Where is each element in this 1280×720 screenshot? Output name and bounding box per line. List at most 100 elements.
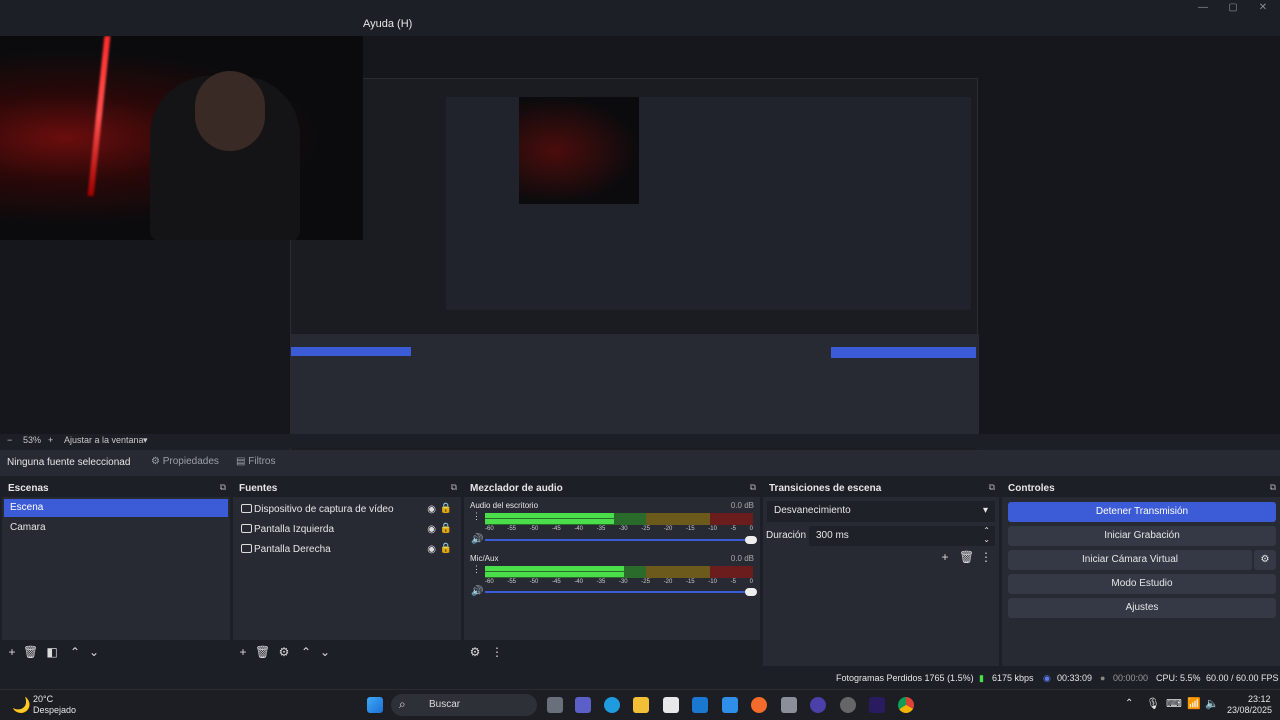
filter-icon[interactable]: ◧	[45, 645, 59, 659]
microphone-icon[interactable]: 🎙	[1146, 697, 1160, 710]
volume-icon[interactable]: 🔊	[471, 534, 483, 545]
source-item-capture[interactable]: Dispositivo de captura de vídeo ◉ 🔒	[237, 501, 457, 520]
edge-icon[interactable]	[604, 697, 620, 713]
settings-app-icon[interactable]	[840, 697, 856, 713]
dropped-frames: Fotogramas Perdidos 1765 (1.5%)	[836, 673, 974, 683]
lock-icon[interactable]: 🔒	[440, 523, 452, 534]
undock-icon[interactable]: ⧉	[989, 482, 995, 493]
add-transition-icon[interactable]: +	[938, 550, 952, 564]
properties-button[interactable]: ⚙ Propiedades	[151, 456, 219, 467]
volume-slider-desktop[interactable]	[485, 536, 757, 544]
transition-select[interactable]: Desvanecimiento ▾	[767, 501, 995, 522]
eye-icon[interactable]: ◉	[427, 544, 436, 555]
no-source-label: Ninguna fuente seleccionad	[7, 457, 131, 468]
meter-tick-label: -10	[708, 579, 717, 585]
person-head	[195, 71, 265, 151]
undock-icon[interactable]: ⧉	[220, 482, 226, 493]
nested-scene-selected	[291, 347, 411, 356]
windows-start-icon[interactable]	[367, 697, 383, 713]
todo-icon[interactable]	[722, 697, 738, 713]
store-icon[interactable]	[663, 697, 679, 713]
teams-icon[interactable]	[575, 697, 591, 713]
zoom-value: 53%	[23, 435, 42, 445]
wifi-icon[interactable]: 📶	[1187, 697, 1201, 710]
stop-stream-button[interactable]: Detener Transmisión	[1008, 502, 1276, 522]
gear-icon[interactable]: ⚙	[277, 645, 291, 659]
firefox-icon[interactable]	[751, 697, 767, 713]
move-up-icon[interactable]: ⌃	[68, 645, 82, 659]
kebab-icon[interactable]: ⋮	[472, 512, 481, 526]
lock-icon[interactable]: 🔒	[440, 503, 452, 514]
move-down-icon[interactable]: ⌄	[87, 645, 101, 659]
task-view-icon[interactable]	[547, 697, 563, 713]
meter-tick-label: 0	[749, 579, 753, 585]
maximize-button[interactable]: ▢	[1218, 2, 1248, 14]
move-up-icon[interactable]: ⌃	[299, 645, 313, 659]
filters-button[interactable]: ▤ Filtros	[236, 456, 275, 467]
premiere-icon[interactable]	[869, 697, 885, 713]
scene-item-escena[interactable]: Escena	[4, 499, 228, 517]
scene-item-camara[interactable]: Camara	[4, 519, 228, 537]
meter-tick-label: -55	[507, 579, 516, 585]
transitions-panel: Transiciones de escena ⧉ Desvanecimiento…	[763, 480, 999, 666]
slider-knob[interactable]	[745, 588, 757, 596]
lock-icon[interactable]: 🔒	[440, 543, 452, 554]
trash-icon[interactable]: 🗑	[959, 550, 974, 564]
status-bar: Fotogramas Perdidos 1765 (1.5%) ▮ 6175 k…	[0, 667, 1280, 689]
meter-ticks: -60 -55 -50 -45 -40 -35 -30 -25 -20 -15 -10 -5 0	[485, 579, 753, 587]
start-recording-button[interactable]: Iniciar Grabación	[1008, 526, 1276, 546]
eye-icon[interactable]: ◉	[427, 504, 436, 515]
fit-window-label[interactable]: Ajustar a la ventana	[64, 435, 144, 445]
studio-mode-button[interactable]: Modo Estudio	[1008, 574, 1276, 594]
channel-name-mic: Mic/Aux	[470, 554, 499, 563]
duration-spinbox[interactable]: 300 ms ⌃ ⌄	[809, 526, 995, 546]
source-item-left[interactable]: Pantalla Izquierda ◉ 🔒	[237, 521, 457, 540]
weather-icon[interactable]: 🌙	[12, 696, 31, 714]
controls-header: Controles ⧉	[1002, 480, 1280, 497]
scenes-header: Escenas ⧉	[2, 480, 230, 497]
move-down-icon[interactable]: ⌄	[318, 645, 332, 659]
volume-icon[interactable]: 🔊	[471, 586, 483, 597]
eye-icon[interactable]: ◉	[427, 524, 436, 535]
keyboard-icon[interactable]: ⌨	[1166, 697, 1182, 710]
trash-icon[interactable]: 🗑	[23, 645, 38, 659]
spinner-arrows-icon[interactable]: ⌃ ⌄	[983, 526, 990, 544]
virtual-camera-button[interactable]: Iniciar Cámara Virtual	[1008, 550, 1252, 570]
title-bar: Ayuda (H) — ▢ ✕	[0, 0, 1280, 36]
virtual-camera-settings-button[interactable]: ⚙	[1254, 550, 1276, 570]
kebab-icon[interactable]: ⋮	[472, 565, 481, 579]
volume-slider-mic[interactable]	[485, 588, 757, 596]
meter-tick-label: -50	[529, 579, 539, 585]
slider-knob[interactable]	[745, 536, 757, 544]
minimize-button[interactable]: —	[1188, 2, 1218, 14]
advanced-audio-icon[interactable]: ⚙	[468, 645, 482, 659]
undock-icon[interactable]: ⧉	[451, 482, 457, 493]
file-explorer-icon[interactable]	[633, 697, 649, 713]
source-item-right[interactable]: Pantalla Derecha ◉ 🔒	[237, 541, 457, 560]
kebab-icon[interactable]: ⋮	[490, 645, 504, 659]
zoom-out-button[interactable]: −	[7, 435, 12, 445]
clock-date[interactable]: 23/08/2025	[1227, 705, 1272, 715]
zoom-dropdown-icon[interactable]: ▾	[143, 435, 148, 446]
undock-icon[interactable]: ⧉	[750, 482, 756, 493]
zoom-in-button[interactable]: +	[48, 435, 53, 445]
chrome-icon[interactable]	[898, 697, 914, 713]
taskbar-search[interactable]: ⌕ Buscar	[391, 694, 537, 716]
trash-icon[interactable]: 🗑	[255, 645, 270, 659]
menu-help[interactable]: Ayuda (H)	[363, 18, 412, 30]
channel-db-mic: 0.0 dB	[730, 554, 754, 563]
preview-canvas[interactable]	[0, 36, 1280, 468]
settings-button[interactable]: Ajustes	[1008, 598, 1276, 618]
tray-chevron-icon[interactable]: ⌃	[1125, 698, 1133, 709]
clock-time[interactable]: 23:12	[1248, 694, 1271, 704]
speaker-icon[interactable]: 🔈	[1205, 697, 1219, 710]
close-button[interactable]: ✕	[1248, 2, 1278, 14]
undock-icon[interactable]: ⧉	[1270, 482, 1276, 493]
obs-icon[interactable]	[810, 697, 826, 713]
outlook-icon[interactable]	[692, 697, 708, 713]
kebab-icon[interactable]: ⋮	[979, 550, 993, 564]
gear-icon: ⚙	[151, 456, 160, 467]
add-scene-icon[interactable]: +	[5, 645, 19, 659]
app-icon[interactable]	[781, 697, 797, 713]
add-source-icon[interactable]: +	[236, 645, 250, 659]
